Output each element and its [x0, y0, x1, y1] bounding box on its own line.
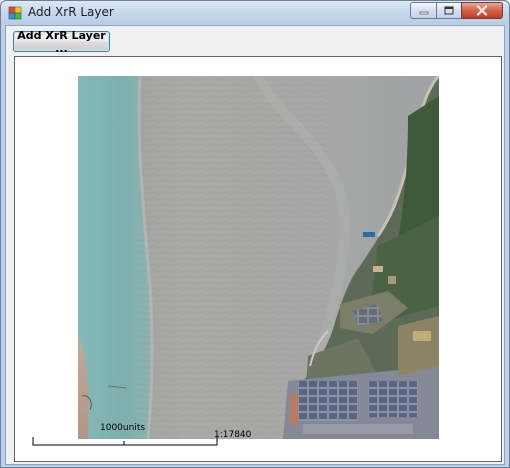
add-xrr-layer-button[interactable]: Add XrR Layer ... [13, 29, 110, 55]
maximize-button[interactable] [436, 2, 461, 19]
client-area: Add XrR Layer ... 1000units 1:17840 [5, 25, 505, 465]
minimize-icon [419, 11, 428, 14]
app-icon [8, 6, 22, 20]
scale-ratio-label: 1:17840 [214, 430, 252, 440]
map-view[interactable]: 1000units 1:17840 [14, 56, 502, 462]
app-window: Add XrR Layer Add XrR Layer ... 1000unit… [0, 0, 510, 468]
close-icon [476, 5, 488, 16]
close-button[interactable] [461, 2, 503, 19]
caption-buttons [410, 2, 503, 20]
window-title: Add XrR Layer [28, 5, 114, 19]
maximize-icon [444, 6, 454, 15]
scale-units-label: 1000units [100, 423, 146, 433]
satellite-imagery [78, 76, 439, 439]
title-bar[interactable]: Add XrR Layer [1, 1, 509, 25]
minimize-button[interactable] [410, 2, 436, 19]
scale-bar [32, 437, 218, 446]
